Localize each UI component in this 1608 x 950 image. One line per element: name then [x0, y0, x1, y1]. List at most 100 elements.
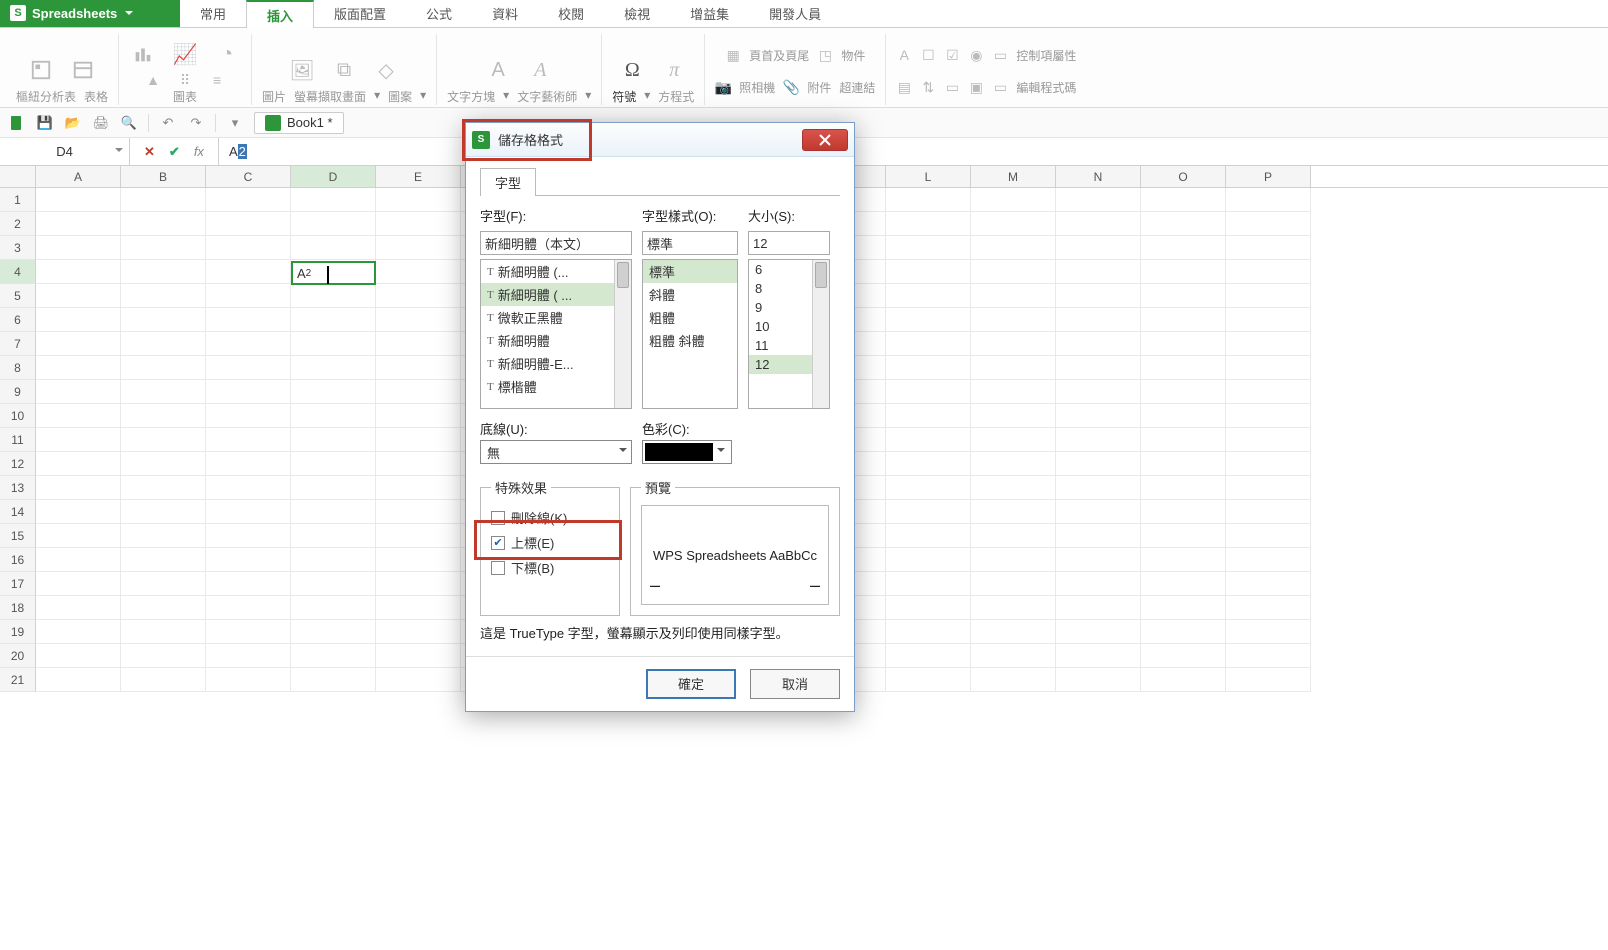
table-icon[interactable] — [69, 56, 97, 84]
cell[interactable] — [1056, 380, 1141, 404]
shapes-icon[interactable]: ◇ — [372, 56, 400, 84]
cell[interactable] — [121, 188, 206, 212]
camera-icon[interactable]: 📷 — [715, 73, 731, 101]
cell[interactable] — [1056, 308, 1141, 332]
col-header[interactable]: E — [376, 166, 461, 187]
cell[interactable] — [1056, 356, 1141, 380]
cell[interactable] — [376, 452, 461, 476]
cell[interactable] — [1226, 404, 1311, 428]
scrollbar[interactable] — [614, 260, 631, 408]
cell[interactable] — [376, 572, 461, 596]
select-all-corner[interactable] — [0, 166, 36, 187]
cell[interactable] — [1226, 500, 1311, 524]
cell[interactable] — [206, 644, 291, 668]
cell[interactable] — [36, 452, 121, 476]
cell[interactable] — [971, 596, 1056, 620]
cell[interactable] — [971, 452, 1056, 476]
cell[interactable] — [121, 548, 206, 572]
row-header[interactable]: 16 — [0, 548, 36, 572]
group-icon[interactable]: ▣ — [968, 73, 984, 101]
spinner-icon[interactable]: ⇅ — [920, 73, 936, 101]
cell[interactable] — [971, 620, 1056, 644]
cell[interactable] — [886, 620, 971, 644]
cell[interactable] — [1141, 284, 1226, 308]
col-header[interactable]: P — [1226, 166, 1311, 187]
cell[interactable] — [971, 188, 1056, 212]
row-header[interactable]: 18 — [0, 596, 36, 620]
cell[interactable] — [376, 356, 461, 380]
cell[interactable] — [886, 668, 971, 692]
cell[interactable] — [971, 428, 1056, 452]
cell[interactable] — [36, 332, 121, 356]
font-size-listbox[interactable]: 6 8 9 10 11 12 — [748, 259, 830, 409]
cell[interactable] — [121, 428, 206, 452]
active-cell[interactable]: A2 — [291, 261, 376, 285]
row-header[interactable]: 11 — [0, 428, 36, 452]
cell[interactable] — [1141, 500, 1226, 524]
cell[interactable] — [291, 668, 376, 692]
row-header[interactable]: 21 — [0, 668, 36, 692]
col-header[interactable]: A — [36, 166, 121, 187]
cell[interactable] — [121, 356, 206, 380]
cell[interactable] — [971, 572, 1056, 596]
strikethrough-checkbox[interactable]: 刪除線(K) — [491, 505, 609, 530]
cell[interactable] — [291, 356, 376, 380]
combo-icon[interactable]: ▭ — [992, 41, 1008, 69]
tab-formula[interactable]: 公式 — [406, 0, 472, 27]
ribbon-label-hyperlink[interactable]: 超連結 — [839, 79, 875, 96]
fx-icon[interactable]: fx — [194, 144, 204, 159]
preview-icon[interactable]: 🔍 — [120, 114, 138, 132]
cell[interactable] — [376, 476, 461, 500]
tab-data[interactable]: 資料 — [472, 0, 538, 27]
cell[interactable] — [1141, 212, 1226, 236]
close-button[interactable] — [802, 129, 848, 151]
cell[interactable] — [121, 572, 206, 596]
document-tab[interactable]: Book1 * — [254, 112, 344, 134]
cell[interactable] — [1056, 236, 1141, 260]
cell[interactable] — [971, 500, 1056, 524]
ok-button[interactable]: 確定 — [646, 669, 736, 699]
cell[interactable] — [1141, 524, 1226, 548]
cell[interactable] — [206, 620, 291, 644]
cell[interactable] — [886, 260, 971, 284]
cell[interactable] — [376, 212, 461, 236]
cell[interactable] — [971, 668, 1056, 692]
cell[interactable] — [206, 260, 291, 284]
cell[interactable] — [291, 236, 376, 260]
row-header[interactable]: 19 — [0, 620, 36, 644]
font-size-input[interactable]: 12 — [748, 231, 830, 255]
tab-dev[interactable]: 開發人員 — [749, 0, 841, 27]
cell[interactable] — [886, 236, 971, 260]
wordart-icon[interactable]: A — [526, 56, 554, 84]
cell[interactable] — [1226, 356, 1311, 380]
underline-select[interactable]: 無 — [480, 440, 632, 464]
cell[interactable] — [886, 476, 971, 500]
cell[interactable] — [291, 428, 376, 452]
cell[interactable] — [886, 428, 971, 452]
print-icon[interactable]: 🖨 — [92, 114, 110, 132]
color-select[interactable] — [642, 440, 732, 464]
subscript-checkbox[interactable]: 下標(B) — [491, 555, 609, 580]
save-icon[interactable]: 💾 — [36, 114, 54, 132]
cell[interactable] — [376, 284, 461, 308]
button-icon[interactable]: ▭ — [992, 73, 1008, 101]
cell[interactable] — [971, 236, 1056, 260]
cell[interactable] — [1056, 452, 1141, 476]
superscript-checkbox[interactable]: 上標(E) — [491, 530, 609, 555]
cell[interactable] — [971, 404, 1056, 428]
cell[interactable] — [291, 188, 376, 212]
cell[interactable] — [971, 524, 1056, 548]
dialog-tab-font[interactable]: 字型 — [480, 168, 536, 196]
cell[interactable] — [886, 548, 971, 572]
row-header[interactable]: 15 — [0, 524, 36, 548]
cell[interactable] — [886, 572, 971, 596]
cell[interactable] — [376, 308, 461, 332]
cell[interactable] — [1226, 284, 1311, 308]
stock-chart-icon[interactable]: ≡ — [208, 72, 226, 88]
cell[interactable] — [1141, 620, 1226, 644]
list-icon[interactable]: ▤ — [896, 73, 912, 101]
cell[interactable] — [36, 668, 121, 692]
cell[interactable] — [291, 524, 376, 548]
cell[interactable] — [376, 260, 461, 284]
row-header[interactable]: 14 — [0, 500, 36, 524]
